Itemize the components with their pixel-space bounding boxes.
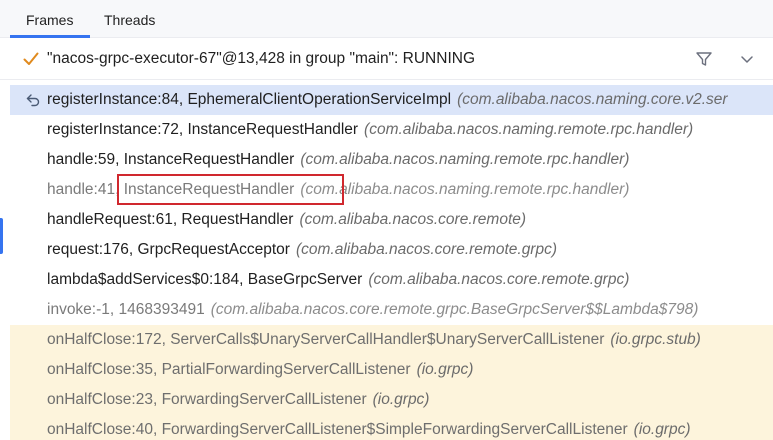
filter-icon[interactable] bbox=[695, 50, 713, 68]
thread-selector[interactable]: "nacos-grpc-executor-67"@13,428 in group… bbox=[0, 38, 773, 80]
frame-row[interactable]: handleRequest:61, RequestHandler (com.ali… bbox=[10, 205, 773, 235]
return-arrow-icon bbox=[26, 94, 40, 107]
frame-package: (com.alibaba.nacos.core.remote.grpc) bbox=[295, 241, 558, 258]
frame-row[interactable]: invoke:-1, 1468393491 (com.alibaba.nacos.… bbox=[10, 295, 773, 325]
frame-method: onHalfClose:35, PartialForwardingServerC… bbox=[47, 361, 411, 378]
frame-package: (com.alibaba.nacos.naming.remote.rpc.han… bbox=[300, 181, 630, 198]
frame-package: (io.grpc.stub) bbox=[610, 331, 701, 348]
frame-row[interactable]: request:176, GrpcRequestAcceptor (com.ali… bbox=[10, 235, 773, 265]
frame-row[interactable]: onHalfClose:40, ForwardingServerCallList… bbox=[10, 415, 773, 440]
gutter-marker bbox=[0, 218, 3, 254]
frame-row[interactable]: handle:59, InstanceRequestHandler (com.al… bbox=[10, 145, 773, 175]
frame-row[interactable]: onHalfClose:23, ForwardingServerCallList… bbox=[10, 385, 773, 415]
frame-row[interactable]: handle:41, InstanceRequestHandler (com.al… bbox=[10, 175, 773, 205]
frame-row[interactable]: registerInstance:84, EphemeralClientOper… bbox=[10, 85, 773, 115]
frame-package: (com.alibaba.nacos.core.remote) bbox=[299, 211, 527, 228]
frame-method: invoke:-1, 1468393491 bbox=[47, 301, 205, 318]
frame-package: (io.grpc) bbox=[372, 391, 430, 408]
frame-row[interactable]: lambda$addServices$0:184, BaseGrpcServer… bbox=[10, 265, 773, 295]
frame-row[interactable]: onHalfClose:35, PartialForwardingServerC… bbox=[10, 355, 773, 385]
thread-label: "nacos-grpc-executor-67"@13,428 in group… bbox=[47, 50, 476, 67]
frame-method: registerInstance:72, InstanceRequestHand… bbox=[47, 121, 359, 138]
frame-method: handle:59, InstanceRequestHandler bbox=[47, 151, 295, 168]
frame-method: onHalfClose:172, ServerCalls$UnaryServer… bbox=[47, 331, 605, 348]
tab-frames[interactable]: Frames bbox=[26, 0, 73, 38]
frame-row[interactable]: registerInstance:72, InstanceRequestHand… bbox=[10, 115, 773, 145]
frame-package: (io.grpc) bbox=[633, 421, 691, 438]
frame-package: (com.alibaba.nacos.core.remote.grpc.Base… bbox=[210, 301, 699, 318]
frame-method: request:176, GrpcRequestAcceptor bbox=[47, 241, 290, 258]
chevron-down-icon[interactable] bbox=[739, 51, 755, 67]
frame-package: (com.alibaba.nacos.naming.remote.rpc.han… bbox=[300, 151, 630, 168]
frame-package: (com.alibaba.nacos.naming.remote.rpc.han… bbox=[364, 121, 694, 138]
tab-threads[interactable]: Threads bbox=[104, 0, 155, 38]
frame-method: lambda$addServices$0:184, BaseGrpcServer bbox=[47, 271, 363, 288]
frame-row[interactable]: onHalfClose:172, ServerCalls$UnaryServer… bbox=[10, 325, 773, 355]
frame-method: onHalfClose:40, ForwardingServerCallList… bbox=[47, 421, 628, 438]
frame-package: (io.grpc) bbox=[416, 361, 474, 378]
check-icon bbox=[23, 52, 39, 65]
frame-method: onHalfClose:23, ForwardingServerCallList… bbox=[47, 391, 367, 408]
frame-package: (com.alibaba.nacos.naming.core.v2.ser bbox=[457, 91, 728, 108]
frame-package: (com.alibaba.nacos.core.remote.grpc) bbox=[368, 271, 630, 288]
frame-method: registerInstance:84, EphemeralClientOper… bbox=[47, 91, 452, 108]
frame-method: handleRequest:61, RequestHandler bbox=[47, 211, 294, 228]
debugger-tab-bar: Frames Threads bbox=[0, 0, 773, 38]
frames-list: registerInstance:84, EphemeralClientOper… bbox=[10, 85, 773, 440]
frame-method: handle:41, InstanceRequestHandler bbox=[47, 181, 295, 198]
